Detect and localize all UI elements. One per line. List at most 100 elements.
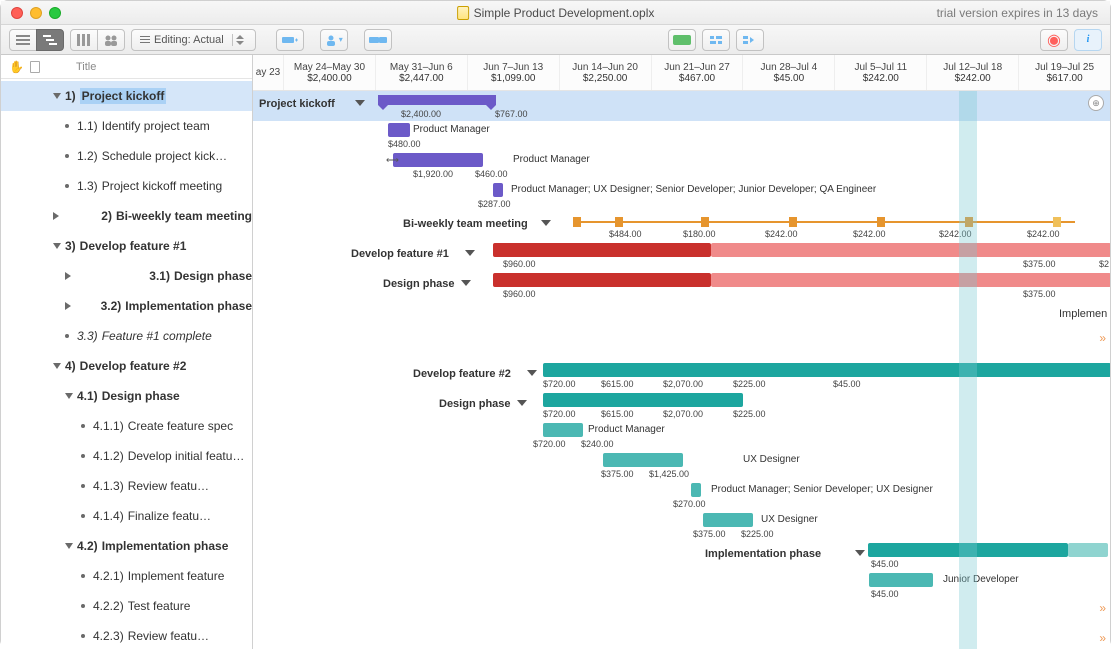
zoom-icon[interactable] bbox=[49, 7, 61, 19]
resize-handle-icon[interactable]: ⟷ bbox=[386, 155, 399, 166]
gantt-row[interactable]: » bbox=[253, 601, 1110, 631]
disclosure-down-icon[interactable] bbox=[461, 280, 471, 286]
milestone-mark[interactable] bbox=[573, 217, 581, 227]
outline-list[interactable]: 1)Project kickoff1.1)Identify project te… bbox=[1, 79, 252, 649]
outline-row[interactable]: 4.2.3)Review featu… bbox=[1, 621, 252, 649]
outline-row[interactable]: 4.1.2)Develop initial featu… bbox=[1, 441, 252, 471]
outline-row[interactable]: 3.3)Feature #1 complete bbox=[1, 321, 252, 351]
baseline-button[interactable] bbox=[702, 29, 730, 51]
gantt-bar[interactable] bbox=[388, 123, 410, 137]
outline-row[interactable]: 4.2.2)Test feature bbox=[1, 591, 252, 621]
gantt-bar[interactable] bbox=[1068, 543, 1108, 557]
disclosure-down-icon[interactable] bbox=[65, 393, 73, 399]
gantt-row[interactable]: ⟷Product Manager$1,920.00$460.00 bbox=[253, 151, 1110, 181]
outline-row[interactable]: 3.2)Implementation phase bbox=[1, 291, 252, 321]
record-button[interactable]: ◉ bbox=[1040, 29, 1068, 51]
outline-row[interactable]: 1.3)Project kickoff meeting bbox=[1, 171, 252, 201]
gantt-row[interactable]: Design phase$960.00$375.00 bbox=[253, 271, 1110, 301]
disclosure-down-icon[interactable] bbox=[527, 370, 537, 376]
gantt-row[interactable]: Design phase$720.00$615.00$2,070.00$225.… bbox=[253, 391, 1110, 421]
page-icon[interactable] bbox=[30, 61, 40, 73]
outline-row[interactable]: 1.1)Identify project team bbox=[1, 111, 252, 141]
outline-row[interactable]: 4.1.4)Finalize featu… bbox=[1, 501, 252, 531]
outline-row[interactable]: 3)Develop feature #1 bbox=[1, 231, 252, 261]
catch-up-button[interactable] bbox=[364, 29, 392, 51]
outline-row[interactable]: 4.1)Design phase bbox=[1, 381, 252, 411]
disclosure-down-icon[interactable] bbox=[53, 363, 61, 369]
gantt-bar[interactable] bbox=[711, 243, 1110, 257]
view-gantt-button[interactable] bbox=[36, 29, 64, 51]
milestone-mark[interactable] bbox=[615, 217, 623, 227]
gantt-bar[interactable] bbox=[869, 573, 933, 587]
milestone-mark[interactable] bbox=[1053, 217, 1061, 227]
disclosure-down-icon[interactable] bbox=[465, 250, 475, 256]
more-arrow-icon[interactable]: » bbox=[1099, 331, 1106, 345]
disclosure-down-icon[interactable] bbox=[517, 400, 527, 406]
gantt-bar[interactable] bbox=[493, 183, 503, 197]
milestone-mark[interactable] bbox=[701, 217, 709, 227]
disclosure-down-icon[interactable] bbox=[855, 550, 865, 556]
assign-button[interactable]: ▾ bbox=[320, 29, 348, 51]
disclosure-down-icon[interactable] bbox=[355, 100, 365, 106]
gantt-chart[interactable]: Project kickoff$2,400.00$767.00Product M… bbox=[253, 91, 1110, 649]
gantt-row[interactable]: Project kickoff$2,400.00$767.00 bbox=[253, 91, 1110, 121]
minimize-icon[interactable] bbox=[30, 7, 42, 19]
gantt-row[interactable]: UX Designer$375.00$1,425.00 bbox=[253, 451, 1110, 481]
gantt-bar[interactable] bbox=[493, 243, 711, 257]
gantt-bar[interactable] bbox=[493, 273, 711, 287]
gantt-bar[interactable] bbox=[603, 453, 683, 467]
gantt-bar[interactable] bbox=[543, 423, 583, 437]
info-button[interactable]: i bbox=[1074, 29, 1102, 51]
gantt-row[interactable]: Product Manager; Senior Developer; UX De… bbox=[253, 481, 1110, 511]
hand-icon[interactable]: ✋ bbox=[9, 60, 24, 74]
disclosure-right-icon[interactable] bbox=[65, 272, 145, 280]
disclosure-right-icon[interactable] bbox=[53, 212, 97, 220]
gantt-row[interactable]: Implemen bbox=[253, 301, 1110, 331]
gantt-row[interactable]: Product Manager; UX Designer; Senior Dev… bbox=[253, 181, 1110, 211]
disclosure-down-icon[interactable] bbox=[53, 243, 61, 249]
more-arrow-icon[interactable]: » bbox=[1099, 601, 1106, 615]
gantt-bar[interactable] bbox=[543, 363, 1110, 377]
gantt-row[interactable]: Implementation phase$45.00 bbox=[253, 541, 1110, 571]
gantt-row[interactable]: » bbox=[253, 631, 1110, 649]
gantt-row[interactable]: Bi-weekly team meeting$484.00$180.00$242… bbox=[253, 211, 1110, 241]
view-list-button[interactable] bbox=[9, 29, 37, 51]
zoom-icon[interactable]: ⊕ bbox=[1088, 95, 1104, 111]
gantt-row[interactable]: Develop feature #2$720.00$615.00$2,070.0… bbox=[253, 361, 1110, 391]
gantt-bar[interactable] bbox=[378, 95, 496, 105]
outline-row[interactable]: 4.2)Implementation phase bbox=[1, 531, 252, 561]
gantt-bar[interactable] bbox=[868, 543, 1068, 557]
disclosure-down-icon[interactable] bbox=[65, 543, 73, 549]
outline-row[interactable]: 3.1)Design phase bbox=[1, 261, 252, 291]
disclosure-right-icon[interactable] bbox=[65, 302, 97, 310]
gantt-bar[interactable] bbox=[711, 273, 1110, 287]
gantt-row[interactable]: » bbox=[253, 331, 1110, 361]
gantt-row[interactable]: Product Manager$720.00$240.00 bbox=[253, 421, 1110, 451]
simulate-button[interactable] bbox=[736, 29, 764, 51]
outline-row[interactable]: 1)Project kickoff bbox=[1, 81, 252, 111]
gantt-bar[interactable] bbox=[543, 393, 743, 407]
milestone-mark[interactable] bbox=[789, 217, 797, 227]
milestone-mark[interactable] bbox=[965, 217, 973, 227]
gantt-row[interactable]: UX Designer$375.00$225.00 bbox=[253, 511, 1110, 541]
outline-row[interactable]: 4.2.1)Implement feature bbox=[1, 561, 252, 591]
close-icon[interactable] bbox=[11, 7, 23, 19]
gantt-bar[interactable] bbox=[703, 513, 753, 527]
add-task-button[interactable] bbox=[276, 29, 304, 51]
gantt-bar[interactable] bbox=[393, 153, 483, 167]
outline-row[interactable]: 4.1.1)Create feature spec bbox=[1, 411, 252, 441]
gantt-row[interactable]: Develop feature #1$960.00$375.00$2 bbox=[253, 241, 1110, 271]
resource-people-button[interactable] bbox=[97, 29, 125, 51]
inbox-button[interactable] bbox=[668, 29, 696, 51]
outline-row[interactable]: 2)Bi-weekly team meeting bbox=[1, 201, 252, 231]
gantt-bar[interactable] bbox=[691, 483, 701, 497]
outline-row[interactable]: 1.2)Schedule project kick… bbox=[1, 141, 252, 171]
resource-columns-button[interactable] bbox=[70, 29, 98, 51]
outline-row[interactable]: 4)Develop feature #2 bbox=[1, 351, 252, 381]
disclosure-down-icon[interactable] bbox=[53, 93, 61, 99]
gantt-row[interactable]: Junior Developer$45.00 bbox=[253, 571, 1110, 601]
editing-mode-select[interactable]: Editing: Actual bbox=[131, 29, 256, 51]
more-arrow-icon[interactable]: » bbox=[1099, 631, 1106, 645]
outline-row[interactable]: 4.1.3)Review featu… bbox=[1, 471, 252, 501]
gantt-row[interactable]: Product Manager$480.00 bbox=[253, 121, 1110, 151]
